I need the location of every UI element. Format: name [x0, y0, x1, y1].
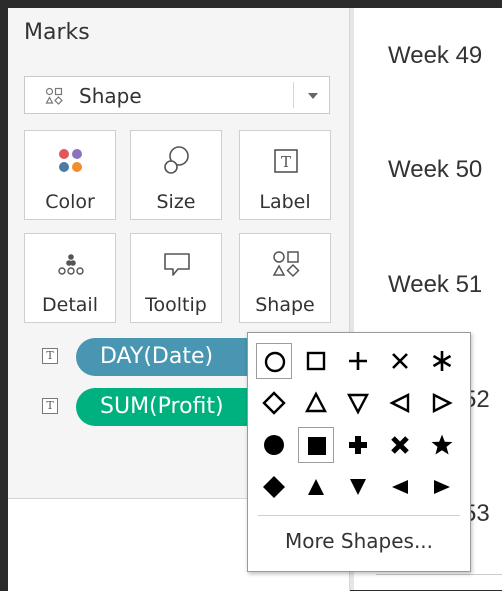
shape-open-triangle-up[interactable] [298, 385, 334, 421]
detail-button[interactable]: Detail [24, 233, 116, 323]
shape-filled-square[interactable] [298, 427, 334, 463]
view-divider [376, 574, 502, 575]
label-button[interactable]: T Label [239, 130, 331, 220]
mark-type-label: Shape [79, 84, 142, 108]
shape-open-triangle-right[interactable] [424, 385, 460, 421]
shape-filled-triangle-left[interactable] [382, 469, 418, 505]
shape-filled-star[interactable] [424, 427, 460, 463]
more-shapes-link[interactable]: More Shapes... [248, 529, 470, 553]
row-header: Week 49 [388, 42, 483, 69]
size-icon [164, 146, 189, 174]
row-header: Week 51 [388, 271, 483, 298]
shape-filled-triangle-up[interactable] [298, 469, 334, 505]
shape-plus[interactable] [340, 343, 376, 379]
label-icon: T [274, 149, 298, 173]
size-button-label: Size [156, 191, 196, 213]
field-pill-sum-profit[interactable]: SUM(Profit) [76, 388, 276, 426]
shape-filled-plus[interactable] [340, 427, 376, 463]
shape-button-label: Shape [255, 294, 315, 316]
chevron-down-icon[interactable] [308, 93, 318, 99]
shape-filled-circle[interactable] [256, 427, 292, 463]
tooltip-button-label: Tooltip [145, 294, 207, 316]
text-icon[interactable]: T [42, 398, 58, 414]
detail-button-label: Detail [42, 294, 98, 316]
tooltip-icon [164, 253, 190, 276]
shape-icon [45, 87, 63, 105]
size-button[interactable]: Size [130, 130, 222, 220]
shape-filled-times[interactable] [382, 427, 418, 463]
dropdown-separator [293, 82, 294, 108]
shape-asterisk[interactable] [424, 343, 460, 379]
color-button-label: Color [45, 191, 95, 213]
text-icon[interactable]: T [42, 348, 58, 364]
shape-filled-triangle-down[interactable] [340, 469, 376, 505]
shape-open-square[interactable] [298, 343, 334, 379]
shape-picker-popup: More Shapes... [247, 332, 471, 572]
color-icon [59, 149, 82, 172]
shape-filled-triangle-right[interactable] [424, 469, 460, 505]
svg-text:T: T [281, 153, 291, 171]
label-button-label: Label [259, 191, 311, 213]
detail-icon [58, 254, 84, 275]
mark-type-dropdown[interactable]: Shape [24, 76, 330, 114]
app-frame: Marks Shape Color Size T Label Detail To… [8, 8, 502, 591]
shape-open-triangle-left[interactable] [382, 385, 418, 421]
marks-title: Marks [24, 20, 90, 45]
shape-filled-diamond[interactable] [256, 469, 292, 505]
shape-times[interactable] [382, 343, 418, 379]
shape-icon [272, 251, 300, 278]
shape-open-circle[interactable] [256, 343, 292, 379]
field-pill-day-date[interactable]: DAY(Date) [76, 338, 276, 376]
shape-button[interactable]: Shape [239, 233, 331, 323]
shape-open-triangle-down[interactable] [340, 385, 376, 421]
popup-separator [258, 515, 460, 516]
color-button[interactable]: Color [24, 130, 116, 220]
row-header: Week 50 [388, 156, 483, 183]
tooltip-button[interactable]: Tooltip [130, 233, 222, 323]
shape-open-diamond[interactable] [256, 385, 292, 421]
